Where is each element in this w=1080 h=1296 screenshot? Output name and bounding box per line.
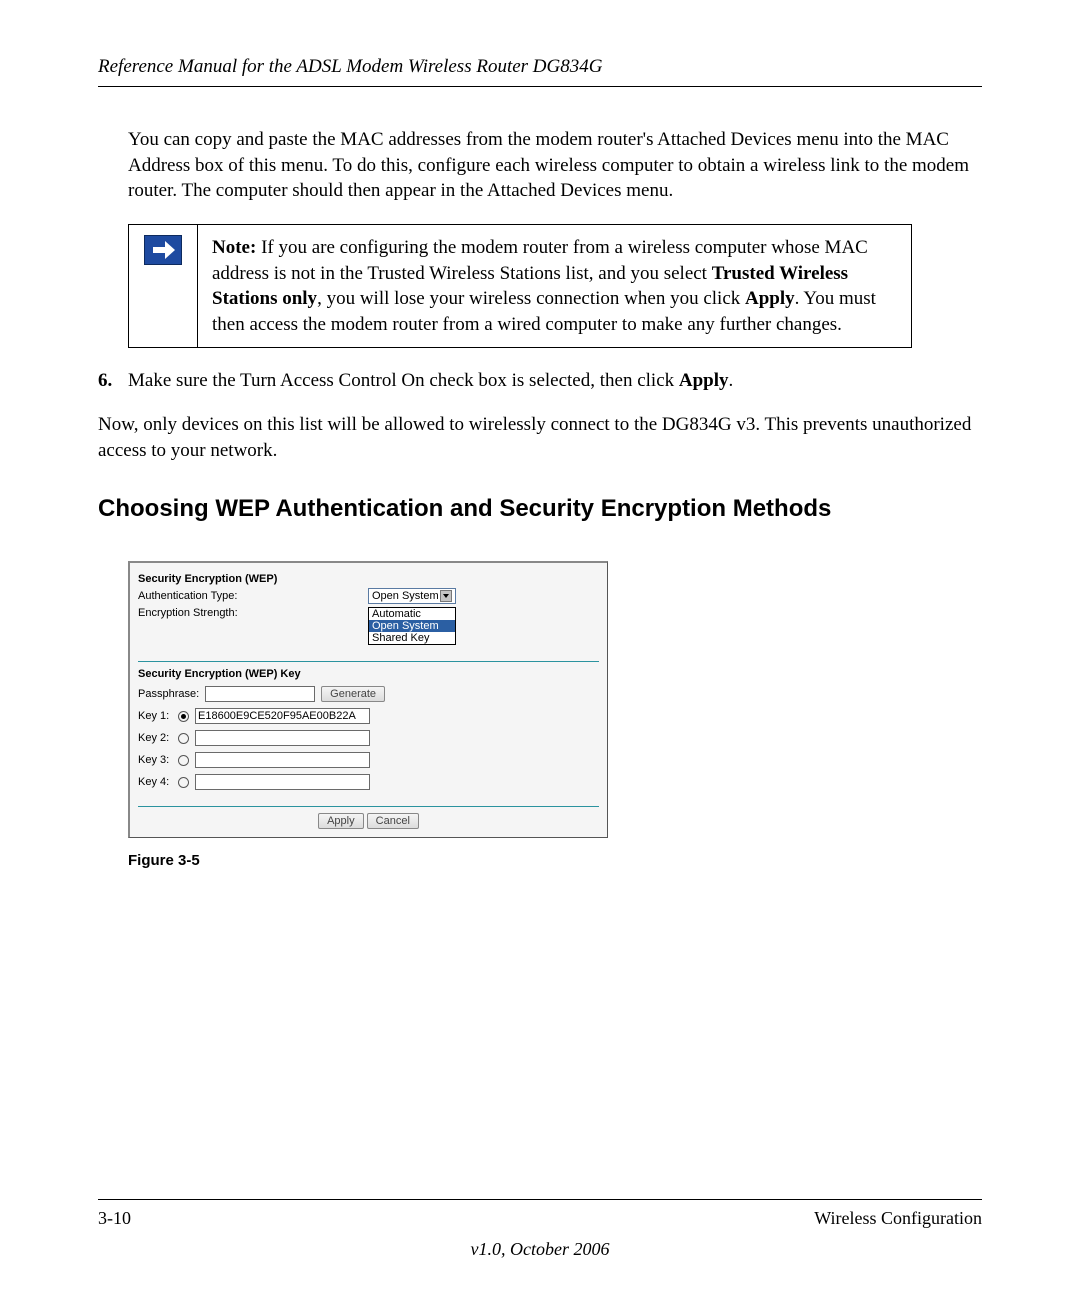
auth-type-select[interactable]: Open System: [368, 588, 456, 604]
key1-input[interactable]: [195, 708, 370, 724]
intro-paragraph: You can copy and paste the MAC addresses…: [128, 127, 982, 204]
page-footer: 3-10 Wireless Configuration v1.0, Octobe…: [98, 1199, 982, 1260]
cancel-button[interactable]: Cancel: [367, 813, 419, 829]
note-arrow-icon: [144, 235, 182, 265]
key1-radio[interactable]: [178, 711, 189, 722]
key4-label: Key 4:: [138, 776, 178, 788]
key4-radio[interactable]: [178, 777, 189, 788]
key3-radio[interactable]: [178, 755, 189, 766]
footer-rule: [98, 1199, 982, 1200]
wep-section-title: Security Encryption (WEP): [138, 573, 599, 585]
key3-input[interactable]: [195, 752, 370, 768]
footer-version: v1.0, October 2006: [98, 1239, 982, 1260]
note-text: Note: If you are configuring the modem r…: [198, 224, 912, 348]
step-6: 6. Make sure the Turn Access Control On …: [98, 368, 982, 394]
step-number: 6.: [98, 368, 128, 394]
apply-button[interactable]: Apply: [318, 813, 364, 829]
figure-caption: Figure 3-5: [128, 852, 982, 869]
header-rule: [98, 86, 982, 87]
step-text-bold: Apply: [679, 370, 729, 391]
passphrase-label: Passphrase:: [138, 688, 199, 700]
key2-radio[interactable]: [178, 733, 189, 744]
passphrase-input[interactable]: [205, 686, 315, 702]
step-text: Make sure the Turn Access Control On che…: [128, 368, 733, 394]
step-text-a: Make sure the Turn Access Control On che…: [128, 370, 679, 391]
generate-button[interactable]: Generate: [321, 686, 385, 702]
wep-panel: Security Encryption (WEP) Authentication…: [128, 561, 608, 838]
dropdown-option-open-system[interactable]: Open System: [369, 620, 455, 632]
result-paragraph: Now, only devices on this list will be a…: [98, 412, 982, 463]
panel-separator-2: [138, 806, 599, 807]
note-part2: , you will lose your wireless connection…: [317, 288, 745, 309]
dropdown-option-shared-key[interactable]: Shared Key: [369, 632, 455, 644]
auth-type-value: Open System: [372, 590, 439, 602]
page-header-title: Reference Manual for the ADSL Modem Wire…: [98, 56, 982, 78]
footer-section-name: Wireless Configuration: [814, 1208, 982, 1229]
figure-3-5: Security Encryption (WEP) Authentication…: [128, 561, 982, 869]
auth-type-dropdown[interactable]: Automatic Open System Shared Key: [368, 607, 456, 645]
key2-input[interactable]: [195, 730, 370, 746]
note-label: Note:: [212, 237, 256, 258]
chevron-down-icon[interactable]: [440, 590, 452, 602]
note-box: Note: If you are configuring the modem r…: [128, 224, 912, 349]
dropdown-option-automatic[interactable]: Automatic: [369, 608, 455, 620]
step-text-b: .: [729, 370, 734, 391]
panel-separator-1: [138, 661, 599, 662]
note-bold2: Apply: [745, 288, 795, 309]
key1-label: Key 1:: [138, 710, 178, 722]
enc-strength-label: Encryption Strength:: [138, 607, 368, 619]
wep-key-section-title: Security Encryption (WEP) Key: [138, 668, 599, 680]
key2-label: Key 2:: [138, 732, 178, 744]
auth-type-label: Authentication Type:: [138, 590, 368, 602]
section-heading: Choosing WEP Authentication and Security…: [98, 495, 982, 523]
footer-page-number: 3-10: [98, 1208, 131, 1229]
key4-input[interactable]: [195, 774, 370, 790]
key3-label: Key 3:: [138, 754, 178, 766]
